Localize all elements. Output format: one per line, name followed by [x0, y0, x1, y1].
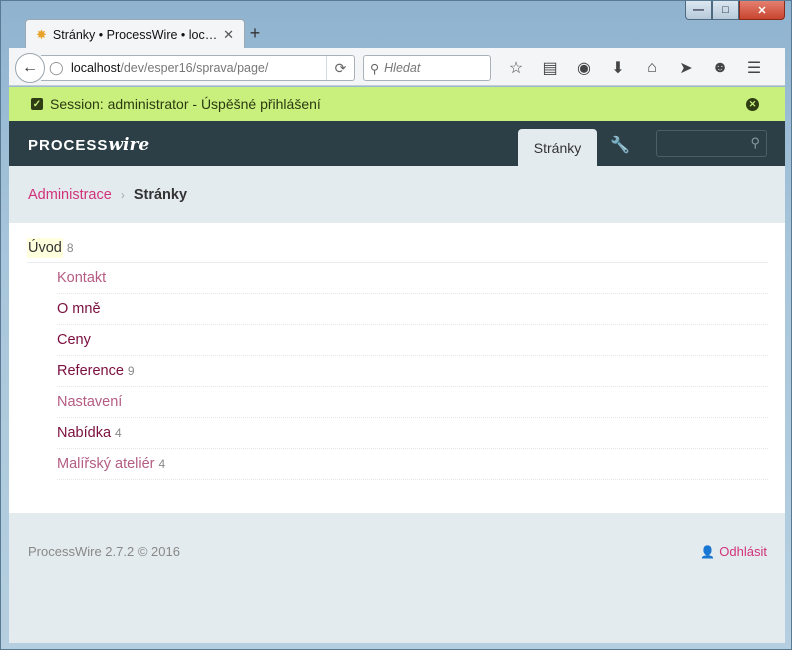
tree-item-count: 9 — [127, 364, 135, 378]
tree-item[interactable]: Reference 9 — [57, 356, 768, 387]
tree-item-label[interactable]: Nabídka — [57, 425, 111, 441]
tree-item-label[interactable]: O mně — [57, 301, 101, 317]
pocket-icon[interactable]: ◉ — [567, 56, 601, 80]
breadcrumb-admin-link[interactable]: Administrace — [28, 187, 112, 203]
reload-icon[interactable]: ⟳ — [326, 56, 354, 80]
browser-tab[interactable]: ✸ Stránky • ProcessWire • loc… ✕ — [25, 19, 245, 49]
back-button[interactable]: ← — [15, 53, 45, 83]
tab-pages[interactable]: Stránky — [518, 129, 597, 166]
tree-root-count: 8 — [66, 240, 74, 255]
toolbar-icons: ☆ ▤ ◉ ⬇ ⌂ ➤ ☻ ☰ — [499, 56, 771, 80]
tree-children: Kontakt O mně Ceny Reference 9 Nastavení… — [57, 263, 768, 480]
wrench-icon[interactable]: 🔧 — [610, 135, 630, 155]
search-placeholder: Hledat — [384, 61, 421, 75]
logo-main: PROCESS — [28, 137, 109, 154]
browser-window: — □ ✕ ✸ Stránky • ProcessWire • loc… ✕ +… — [0, 0, 792, 650]
chevron-right-icon: › — [120, 187, 125, 202]
close-notice-icon[interactable]: ✕ — [746, 98, 759, 111]
user-icon: 👤 — [700, 544, 716, 559]
navigation-toolbar: ◯ localhost/dev/esper16/sprava/page/ ⟳ ←… — [9, 48, 785, 86]
chat-icon[interactable]: ☻ — [703, 56, 737, 80]
page-tree: Úvod 8 Kontakt O mně Ceny Reference 9 Na… — [9, 223, 785, 513]
tree-root-label[interactable]: Úvod — [27, 237, 63, 258]
tree-item-label[interactable]: Malířský ateliér — [57, 456, 155, 472]
tree-item[interactable]: Nastavení — [57, 387, 768, 418]
download-icon[interactable]: ⬇ — [601, 56, 635, 80]
notice-text: Session: administrator - Úspěšné přihláš… — [50, 96, 321, 112]
version-text: ProcessWire 2.7.2 © 2016 — [28, 544, 180, 559]
tree-item[interactable]: Ceny — [57, 325, 768, 356]
processwire-favicon-icon: ✸ — [36, 26, 47, 42]
bookmark-star-icon[interactable]: ☆ — [499, 56, 533, 80]
reading-list-icon[interactable]: ▤ — [533, 56, 567, 80]
breadcrumb: Administrace › Stránky — [9, 166, 785, 223]
url-host: localhost — [71, 61, 121, 75]
menu-icon[interactable]: ☰ — [737, 56, 771, 80]
tree-item[interactable]: Kontakt — [57, 263, 768, 294]
admin-search-input[interactable]: ⚲ — [656, 130, 767, 157]
tab-strip: ✸ Stránky • ProcessWire • loc… ✕ + — [9, 15, 785, 49]
tree-item[interactable]: O mně — [57, 294, 768, 325]
send-icon[interactable]: ➤ — [669, 56, 703, 80]
page-title: Stránky — [133, 186, 188, 203]
tab-title: Stránky • ProcessWire • loc… — [52, 27, 218, 42]
search-icon: ⚲ — [750, 135, 760, 150]
logout-link[interactable]: 👤 Odhlásit — [700, 544, 767, 559]
home-icon[interactable]: ⌂ — [635, 56, 669, 80]
logo-italic: wire — [108, 135, 150, 155]
close-tab-icon[interactable]: ✕ — [223, 27, 234, 43]
session-notice: ✓ Session: administrator - Úspěšné přihl… — [9, 87, 785, 121]
admin-header: PROCESSwire Stránky 🔧 ⚲ — [9, 121, 785, 166]
search-input[interactable]: ⚲ Hledat — [363, 55, 491, 81]
tree-item-label[interactable]: Ceny — [57, 332, 91, 348]
url-path: /dev/esper16/sprava/page/ — [120, 61, 269, 75]
search-icon: ⚲ — [370, 61, 380, 76]
tree-item-count: 4 — [158, 457, 166, 471]
tree-item-label[interactable]: Reference — [57, 363, 124, 379]
tree-item[interactable]: Malířský ateliér 4 — [57, 449, 768, 480]
logout-label[interactable]: Odhlásit — [719, 544, 767, 559]
tree-item-label[interactable]: Kontakt — [57, 270, 106, 286]
globe-icon: ◯ — [49, 60, 64, 75]
tree-item[interactable]: Nabídka 4 — [57, 418, 768, 449]
check-icon: ✓ — [31, 98, 43, 110]
url-bar[interactable]: ◯ localhost/dev/esper16/sprava/page/ ⟳ — [41, 55, 355, 81]
tree-item-label[interactable]: Nastavení — [57, 394, 122, 410]
url-text[interactable]: localhost/dev/esper16/sprava/page/ — [71, 61, 326, 75]
admin-footer: ProcessWire 2.7.2 © 2016 👤 Odhlásit — [9, 513, 785, 643]
tree-root-item[interactable]: Úvod 8 — [27, 233, 768, 263]
new-tab-button[interactable]: + — [245, 23, 265, 44]
tree-item-count: 4 — [115, 426, 122, 440]
processwire-logo[interactable]: PROCESSwire — [28, 135, 149, 155]
